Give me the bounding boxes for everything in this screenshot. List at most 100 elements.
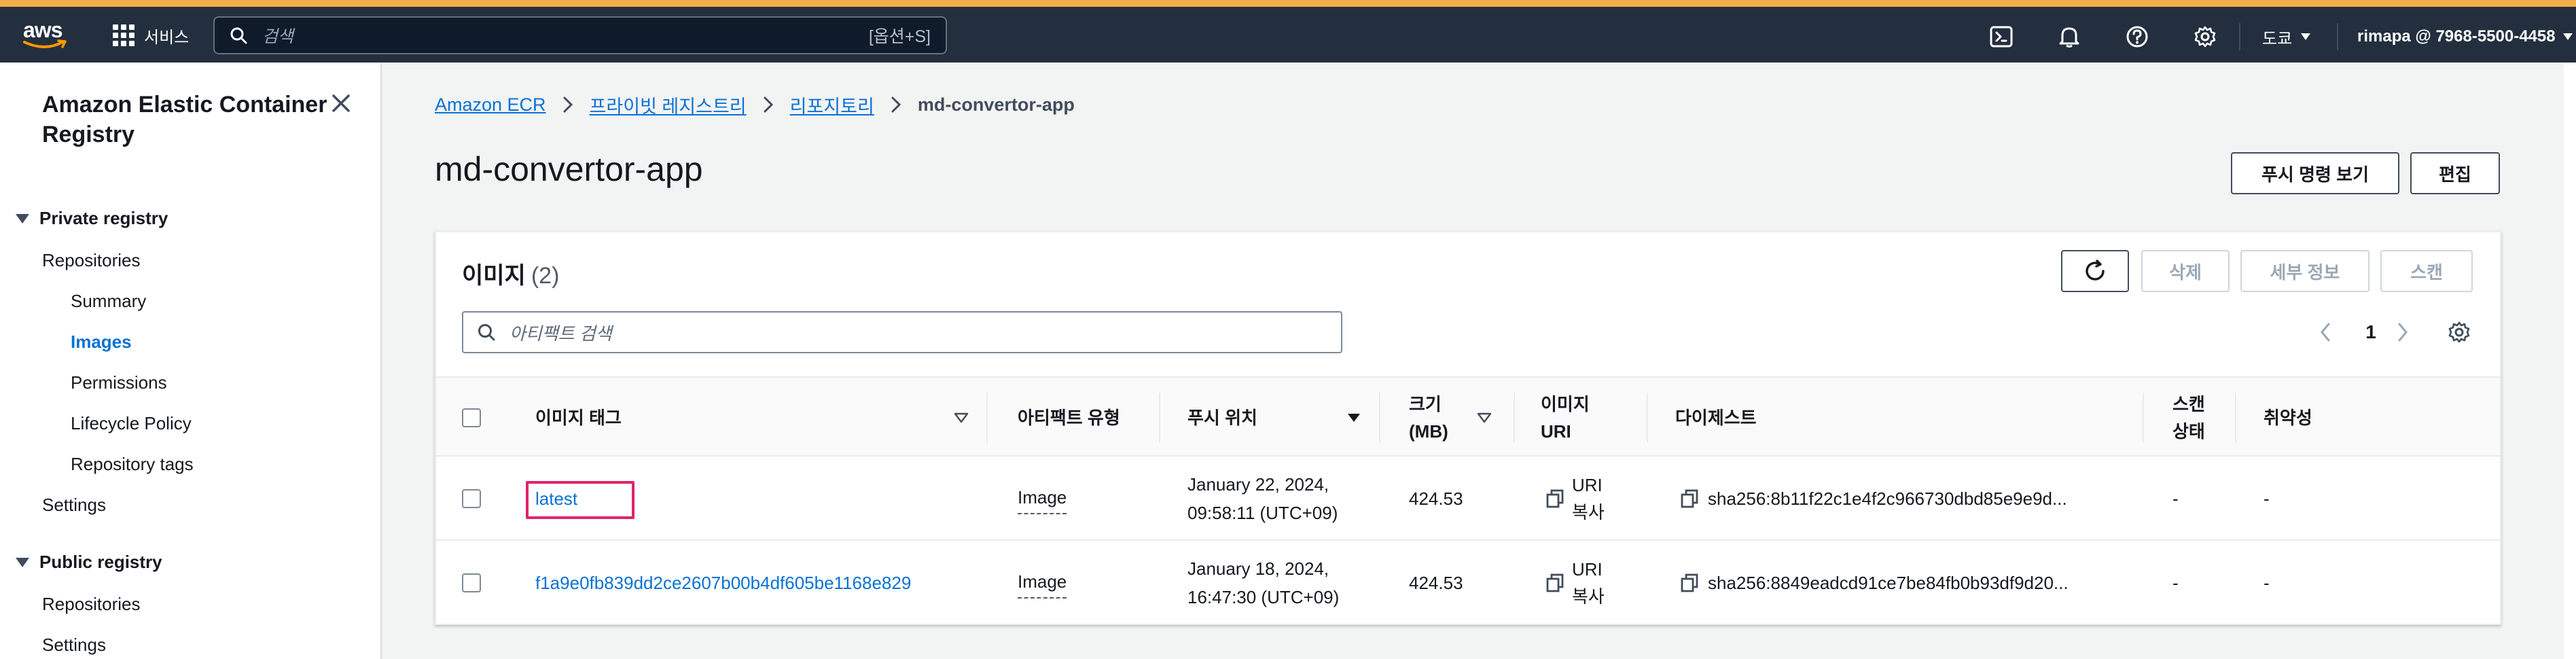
column-header-tag[interactable]: 이미지 태그 bbox=[535, 378, 622, 458]
sidebar-item-repositories[interactable]: Repositories bbox=[42, 250, 141, 271]
delete-button[interactable]: 삭제 bbox=[2141, 250, 2230, 292]
vulnerabilities: - bbox=[2264, 488, 2270, 509]
caret-down-icon bbox=[2301, 33, 2311, 40]
image-size: 424.53 bbox=[1409, 488, 1463, 509]
vulnerabilities: - bbox=[2264, 573, 2270, 593]
search-placeholder: 검색 bbox=[262, 27, 294, 46]
artifact-search-placeholder: 아티팩트 검색 bbox=[509, 323, 612, 344]
sort-icon[interactable] bbox=[954, 378, 969, 458]
search-icon bbox=[478, 324, 495, 341]
copy-icon[interactable] bbox=[1681, 573, 1698, 592]
breadcrumb: Amazon ECR 프라이빗 레지스트리 리포지토리 md-convertor… bbox=[435, 92, 1075, 117]
copy-uri-button[interactable]: URI 복사 bbox=[1546, 457, 1605, 541]
services-menu-button[interactable]: 서비스 bbox=[113, 22, 189, 49]
select-all-checkbox[interactable] bbox=[462, 378, 481, 458]
sidebar-section-label: Public registry bbox=[39, 552, 162, 572]
services-label: 서비스 bbox=[144, 28, 190, 47]
sidebar-item-summary[interactable]: Summary bbox=[71, 291, 146, 312]
table-preferences-button[interactable] bbox=[2446, 314, 2473, 351]
account-menu[interactable]: rimapa @ 7968-5500-4458 bbox=[2357, 22, 2573, 52]
refresh-button[interactable] bbox=[2061, 250, 2129, 292]
column-header-size[interactable]: 크기 (MB) bbox=[1409, 378, 1448, 458]
pushed-at: January 18, 2024, 16:47:30 (UTC+09) bbox=[1187, 558, 1340, 607]
breadcrumb-current: md-convertor-app bbox=[917, 94, 1075, 115]
aws-logo[interactable]: aws bbox=[23, 19, 71, 53]
sort-desc-icon[interactable] bbox=[1346, 378, 1361, 458]
next-page-button[interactable] bbox=[2393, 314, 2413, 351]
details-button[interactable]: 세부 정보 bbox=[2240, 250, 2369, 292]
column-divider bbox=[1514, 393, 1515, 443]
column-header-pushed-at[interactable]: 푸시 위치 bbox=[1187, 378, 1257, 458]
sidebar-title: Amazon Elastic Container Registry bbox=[42, 92, 327, 147]
column-header-uri: 이미지 URI bbox=[1541, 378, 1590, 458]
top-navigation: aws 서비스 검색 [옵션+S] 도쿄 rimapa @ 7968-5500-… bbox=[0, 7, 2576, 63]
sidebar-item-public-settings[interactable]: Settings bbox=[42, 635, 106, 656]
column-divider bbox=[1159, 393, 1160, 443]
images-header: 이미지 (2) bbox=[462, 257, 559, 290]
images-table-container: 이미지 (2) 삭제 세부 정보 스캔 아티팩트 검색 1 이미지 태그 아티팩… bbox=[435, 231, 2501, 625]
search-shortcut: [옵션+S] bbox=[868, 27, 931, 46]
copy-icon bbox=[1546, 489, 1564, 508]
table-header: 이미지 태그 아티팩트 유형 푸시 위치 크기 (MB) 이미지 URI 다이제… bbox=[436, 376, 2500, 457]
right-edge-panel bbox=[2564, 63, 2576, 659]
image-tag-link[interactable]: latest bbox=[535, 457, 577, 541]
aws-logo-text: aws bbox=[23, 18, 62, 42]
sidebar-item-images[interactable]: Images bbox=[71, 332, 132, 353]
refresh-icon bbox=[2086, 260, 2105, 281]
copy-icon[interactable] bbox=[1681, 489, 1698, 508]
sidebar-item-repository-tags[interactable]: Repository tags bbox=[71, 454, 194, 475]
cloudshell-icon[interactable] bbox=[1986, 22, 2016, 52]
table-row: f1a9e0fb839dd2ce2607b00b4df605be1168e829… bbox=[436, 541, 2500, 625]
image-tag-link[interactable]: f1a9e0fb839dd2ce2607b00b4df605be1168e829 bbox=[535, 541, 911, 625]
artifact-type: Image bbox=[1018, 541, 1067, 625]
sort-icon[interactable] bbox=[1477, 378, 1492, 458]
sidebar-item-public-repositories[interactable]: Repositories bbox=[42, 594, 141, 615]
gear-icon[interactable] bbox=[2190, 22, 2220, 52]
edit-button[interactable]: 편집 bbox=[2410, 152, 2500, 194]
view-push-commands-button[interactable]: 푸시 명령 보기 bbox=[2231, 152, 2399, 194]
help-icon[interactable] bbox=[2122, 22, 2152, 52]
scan-status: - bbox=[2172, 488, 2179, 509]
breadcrumb-link-repositories[interactable]: 리포지토리 bbox=[790, 92, 874, 118]
column-header-vulnerabilities: 취약성 bbox=[2264, 408, 2312, 428]
scan-button[interactable]: 스캔 bbox=[2380, 250, 2473, 292]
scan-label-1: 스캔 bbox=[2172, 394, 2205, 414]
artifact-search-input[interactable]: 아티팩트 검색 bbox=[462, 311, 1342, 353]
sidebar-item-lifecycle-policy[interactable]: Lifecycle Policy bbox=[71, 413, 192, 434]
caret-down-icon bbox=[16, 213, 29, 224]
copy-uri-button[interactable]: URI 복사 bbox=[1546, 541, 1605, 625]
region-label: 도쿄 bbox=[2262, 29, 2293, 48]
sidebar-section-private-registry[interactable]: Private registry bbox=[15, 208, 168, 229]
images-title: 이미지 bbox=[462, 263, 526, 289]
page-number[interactable]: 1 bbox=[2357, 314, 2384, 351]
copy-icon bbox=[1546, 573, 1564, 592]
digest: sha256:8b11f22c1e4f2c966730dbd85e9e9d... bbox=[1681, 457, 2067, 541]
column-divider bbox=[986, 393, 988, 443]
prev-page-button[interactable] bbox=[2315, 314, 2336, 351]
uri-label-2: URI bbox=[1541, 421, 1571, 442]
images-count: (2) bbox=[531, 263, 560, 289]
digest: sha256:8849eadcd91ce7be84fb0b93df9d20... bbox=[1681, 541, 2069, 625]
row-checkbox[interactable] bbox=[462, 457, 481, 541]
pushed-at: January 22, 2024, 09:58:11 (UTC+09) bbox=[1187, 474, 1338, 523]
column-header-artifact-type[interactable]: 아티팩트 유형 bbox=[1018, 378, 1120, 458]
chevron-right-icon bbox=[562, 96, 573, 113]
close-icon[interactable] bbox=[329, 91, 353, 115]
breadcrumb-link-ecr[interactable]: Amazon ECR bbox=[435, 94, 546, 115]
artifact-type: Image bbox=[1018, 457, 1067, 541]
chevron-right-icon bbox=[891, 96, 901, 113]
scan-status: - bbox=[2172, 573, 2179, 593]
scan-label-2: 상태 bbox=[2172, 421, 2205, 442]
region-selector[interactable]: 도쿄 bbox=[2262, 22, 2311, 52]
row-checkbox[interactable] bbox=[462, 541, 481, 625]
bell-icon[interactable] bbox=[2054, 22, 2084, 52]
breadcrumb-link-private-registry[interactable]: 프라이빗 레지스트리 bbox=[590, 92, 747, 118]
sidebar-item-settings[interactable]: Settings bbox=[42, 495, 106, 516]
size-label: 크기 bbox=[1409, 394, 1442, 414]
sidebar-item-permissions[interactable]: Permissions bbox=[71, 372, 167, 393]
global-search-input[interactable]: 검색 [옵션+S] bbox=[213, 16, 947, 54]
page-title: md-convertor-app bbox=[435, 150, 703, 188]
sidebar-section-public-registry[interactable]: Public registry bbox=[15, 552, 162, 573]
chevron-left-icon bbox=[2321, 323, 2330, 342]
column-header-scan-status: 스캔 상태 bbox=[2172, 378, 2205, 458]
